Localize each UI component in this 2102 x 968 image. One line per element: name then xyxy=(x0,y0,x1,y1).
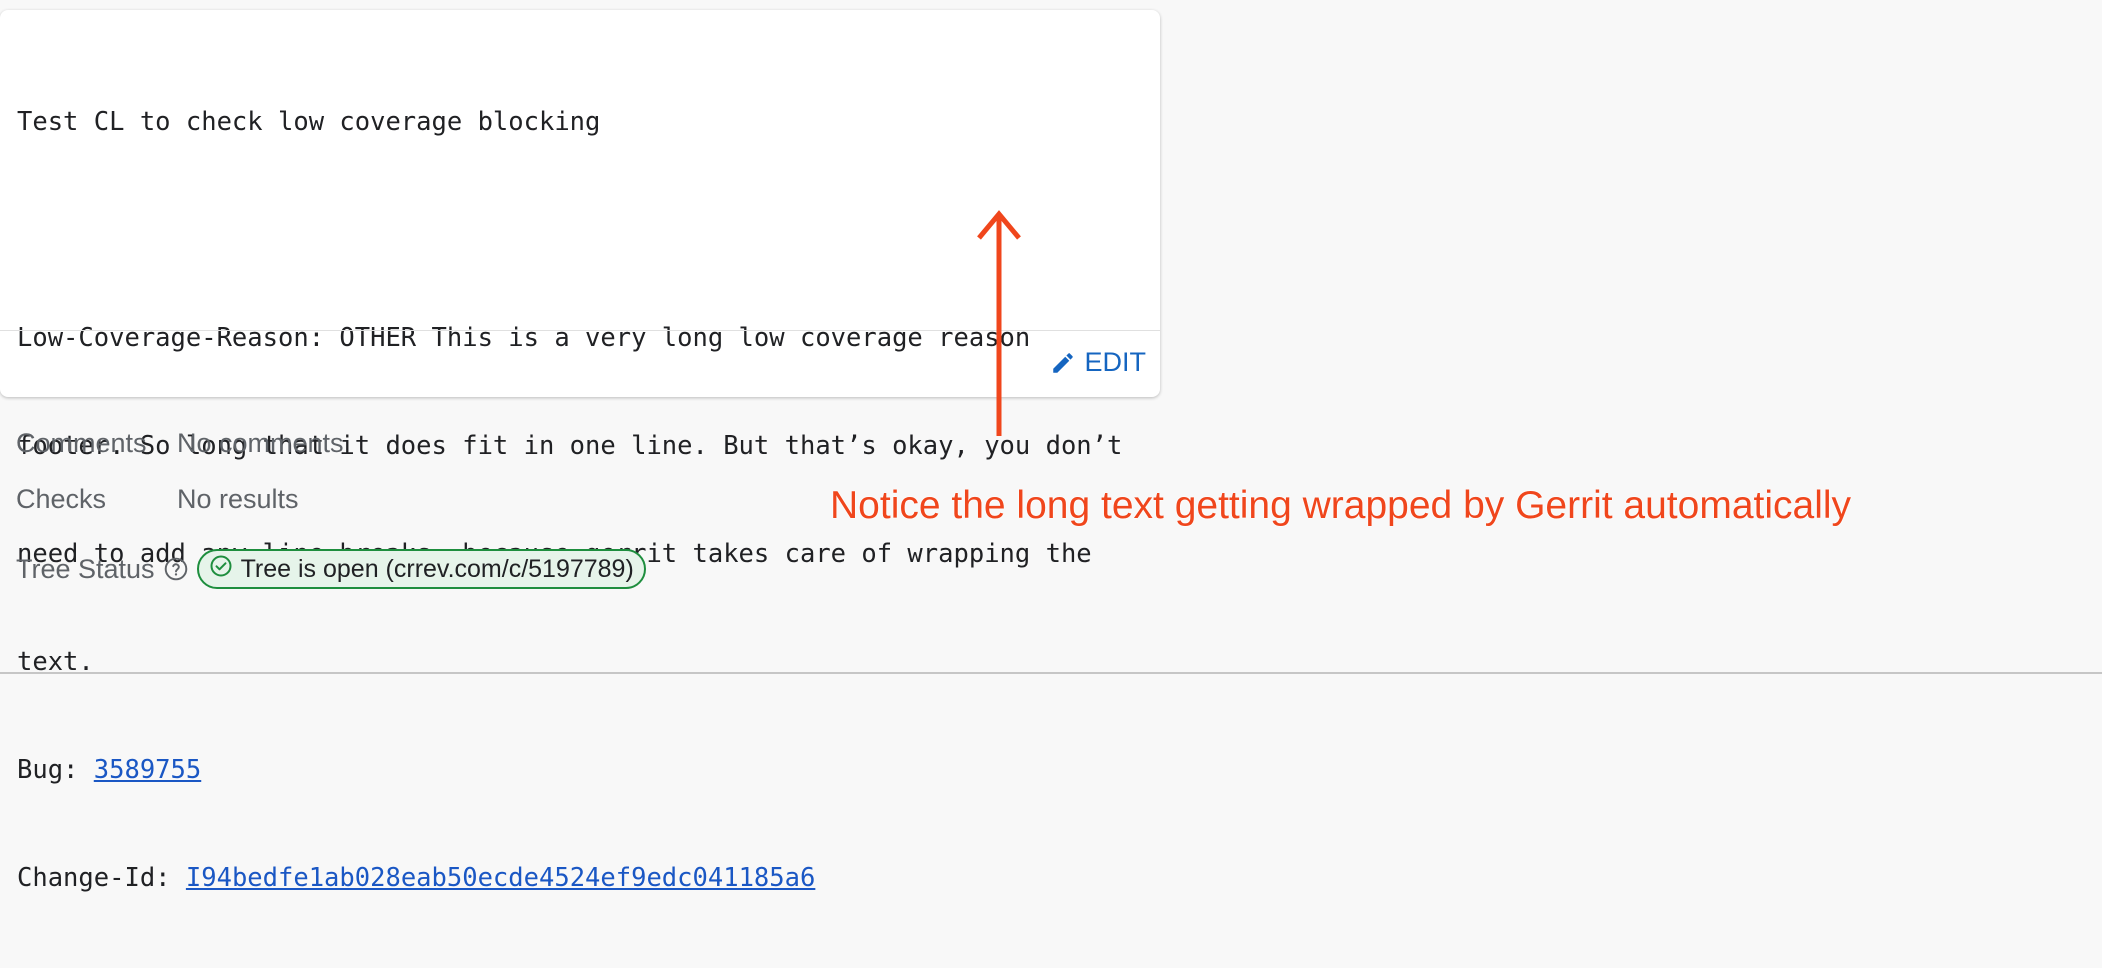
checks-value: No results xyxy=(177,484,299,514)
change-id-label: Change-Id: xyxy=(17,863,186,893)
pencil-icon xyxy=(1050,350,1076,376)
comments-label: Comments xyxy=(16,428,147,458)
bug-label: Bug: xyxy=(17,755,94,785)
check-circle-icon xyxy=(209,554,233,585)
checks-label: Checks xyxy=(16,484,107,514)
page-divider xyxy=(0,672,2102,674)
tree-status-row: Tree Status Tree is open (crrev.com/c/51… xyxy=(16,549,646,589)
tree-status-chip[interactable]: Tree is open (crrev.com/c/5197789) xyxy=(196,549,646,589)
change-id-link[interactable]: I94bedfe1ab028eab50ecde4524ef9edc041185a… xyxy=(186,863,815,893)
annotation-arrow xyxy=(977,210,1021,436)
edit-button[interactable]: EDIT xyxy=(1050,347,1146,378)
annotation-text: Notice the long text getting wrapped by … xyxy=(830,484,1852,527)
comments-value: No comments xyxy=(177,428,344,458)
edit-button-label: EDIT xyxy=(1084,347,1146,377)
change-id-footer: Change-Id: I94bedfe1ab028eab50ecde4524ef… xyxy=(17,860,1147,896)
comments-row: Comments No comments xyxy=(16,428,344,459)
commit-body-line: text. xyxy=(17,647,94,677)
commit-subject: Test CL to check low coverage blocking xyxy=(17,107,601,137)
help-circle-icon[interactable] xyxy=(163,556,189,582)
tree-status-value: Tree is open (crrev.com/c/5197789) xyxy=(240,554,634,583)
checks-row: Checks No results xyxy=(16,484,299,515)
bug-link[interactable]: 3589755 xyxy=(94,755,201,785)
bug-footer: Bug: 3589755 xyxy=(17,752,1147,788)
tree-status-label: Tree Status xyxy=(16,553,155,584)
